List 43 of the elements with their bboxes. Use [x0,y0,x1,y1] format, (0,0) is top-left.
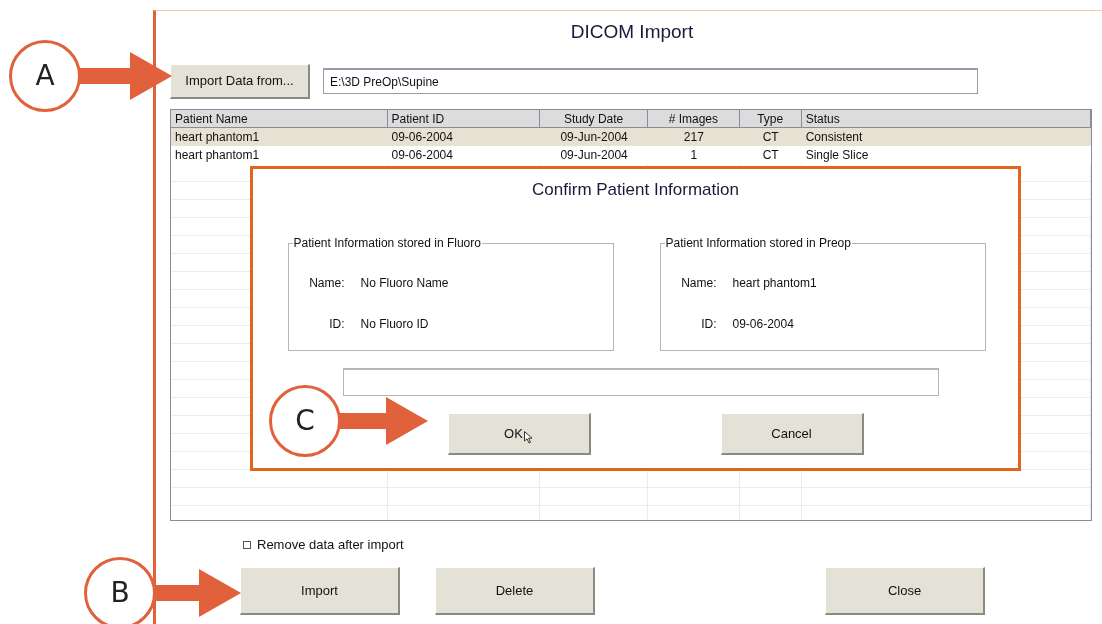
table-cell-text: CT [761,129,780,146]
field-value: heart phantom1 [732,274,817,292]
column-header[interactable]: Patient Name [171,110,388,128]
field-value: No Fluoro Name [360,274,449,292]
field-label: Name: [680,274,717,292]
column-header[interactable]: Study Date [540,110,648,128]
ok-button[interactable]: OK [447,413,591,455]
window-title: DICOM Import [570,20,694,44]
table-cell-text: Consistent [804,129,864,146]
checkbox[interactable] [243,541,251,549]
import-data-button[interactable]: Import Data from... [170,63,310,99]
path-field[interactable]: E:\3D PreOp\Supine [323,68,978,94]
table-cell-text: 09-Jun-2004 [559,147,629,164]
table-cell-text: 217 [682,129,705,146]
input-field[interactable] [342,368,939,396]
dialog-action-button[interactable]: Import [240,567,400,615]
table-cell-text: Single Slice [804,147,870,164]
column-header[interactable]: Patient ID [387,110,541,128]
field-label: Name: [308,274,345,292]
field-label: ID: [328,315,345,333]
table-cell-text: 09-06-2004 [390,129,454,146]
callout-marker: A [9,40,81,112]
column-header[interactable]: Type [739,110,802,128]
column-header[interactable]: # Images [647,110,740,128]
table-cell-text: heart phantom1 [174,129,261,146]
cursor-icon [523,431,533,444]
table-cell-text: 09-Jun-2004 [559,129,629,146]
table-cell-text: 1 [689,147,699,164]
table-cell-text: 09-06-2004 [390,147,454,164]
dialog-action-button[interactable]: Close [825,567,985,615]
field-label: ID: [700,315,717,333]
checkbox-label[interactable]: Remove data after import [257,535,404,555]
column-header[interactable]: Status [801,110,1091,128]
table-cell-text: CT [761,147,780,164]
dialog-title: Confirm Patient Information [532,179,739,201]
cancel-button[interactable]: Cancel [720,413,864,455]
table-cell-text: heart phantom1 [174,147,261,164]
field-value: No Fluoro ID [360,315,429,333]
group-title: Patient Information stored in Preop [664,235,852,251]
callout-marker: B [84,557,156,624]
table-row[interactable]: heart phantom1 09-06-2004 09-Jun-2004 217 CT Consistent [171,128,1091,146]
dialog-action-button[interactable]: Delete [435,567,595,615]
field-value: 09-06-2004 [732,315,794,333]
